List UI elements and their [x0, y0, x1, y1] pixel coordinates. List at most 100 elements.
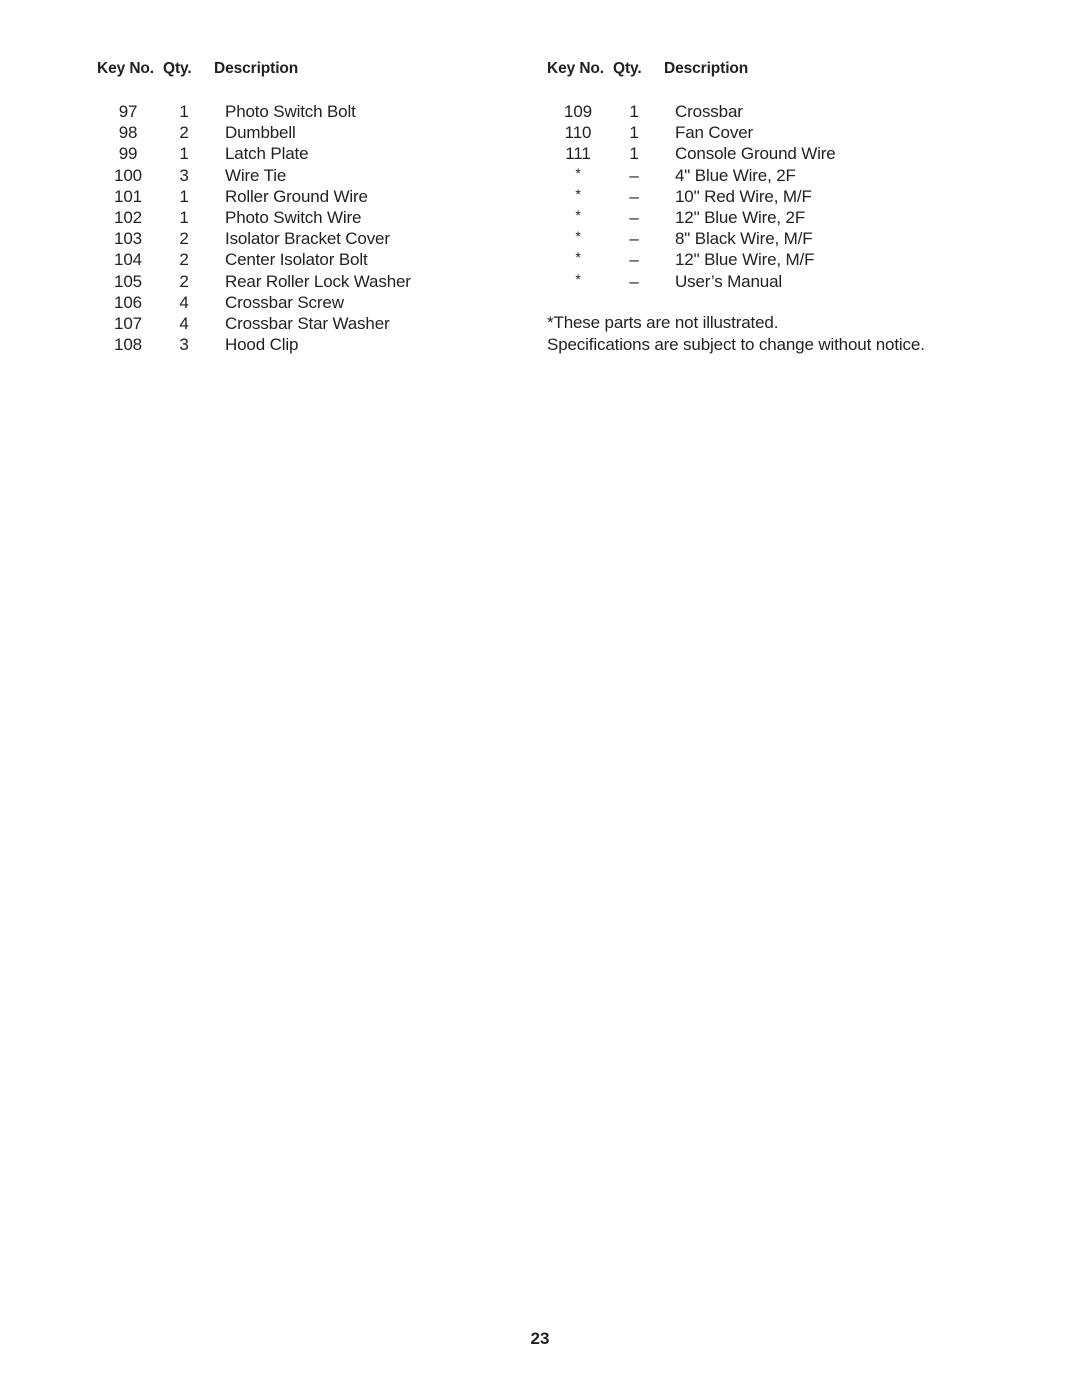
cell-qty: 1 — [629, 144, 639, 164]
table-row: 108 3 Hood Clip — [97, 335, 411, 356]
cell-qty: – — [629, 229, 639, 249]
cell-description: Isolator Bracket Cover — [225, 229, 390, 249]
cell-qty: 1 — [629, 123, 639, 143]
cell-description: Crossbar — [675, 102, 743, 121]
cell-description: User’s Manual — [675, 271, 783, 291]
table-row: 99 1 Latch Plate — [97, 144, 411, 165]
cell-key-no: 97 — [118, 102, 138, 121]
cell-qty: – — [629, 186, 639, 206]
cell-key-no: 107 — [114, 313, 142, 333]
cell-description: Wire Tie — [225, 165, 287, 185]
cell-qty: 3 — [179, 165, 189, 185]
table-row: 109 1 Crossbar — [547, 102, 836, 123]
table-row: * – 4" Blue Wire, 2F — [547, 164, 836, 187]
footnotes: *These parts are not illustrated. Specif… — [547, 313, 925, 356]
cell-description: Rear Roller Lock Washer — [225, 271, 411, 291]
cell-key-no: 101 — [114, 186, 142, 206]
cell-key-no: 110 — [564, 123, 592, 143]
table-header-right: Key No. Qty. Description — [547, 60, 836, 80]
cell-key-no: 103 — [114, 229, 142, 249]
table-row: 97 1 Photo Switch Bolt — [97, 102, 411, 123]
page-number: 23 — [530, 1329, 550, 1348]
table-row: 110 1 Fan Cover — [547, 123, 836, 144]
table-row: 100 3 Wire Tie — [97, 166, 411, 187]
table-row: * – User’s Manual — [547, 270, 836, 293]
table-row: 98 2 Dumbbell — [97, 123, 411, 144]
table-row: * – 10" Red Wire, M/F — [547, 185, 836, 208]
cell-key-no: * — [575, 249, 581, 266]
cell-description: Hood Clip — [225, 335, 299, 355]
cell-key-no: 100 — [114, 165, 142, 185]
cell-description: 8" Black Wire, M/F — [675, 229, 813, 249]
cell-qty: 1 — [179, 207, 189, 227]
table-row: * – 8" Black Wire, M/F — [547, 228, 836, 250]
cell-description: Latch Plate — [225, 144, 309, 164]
table-row: 105 2 Rear Roller Lock Washer — [97, 272, 411, 293]
cell-description: Photo Switch Bolt — [225, 102, 356, 121]
cell-description: Crossbar Star Washer — [225, 313, 390, 333]
column-header-key-no: Key No. — [547, 60, 605, 77]
cell-qty: 1 — [179, 186, 189, 206]
table-row: 107 4 Crossbar Star Washer — [97, 314, 411, 335]
table-body-right: 109 1 Crossbar 110 1 Fan Cover 111 1 Con… — [547, 102, 836, 293]
cell-key-no: 109 — [564, 102, 592, 121]
footnote-not-illustrated: *These parts are not illustrated. — [547, 313, 779, 332]
cell-key-no: 106 — [114, 292, 142, 312]
cell-description: Center Isolator Bolt — [225, 250, 368, 270]
cell-key-no: 99 — [118, 144, 138, 164]
table-row: 103 2 Isolator Bracket Cover — [97, 229, 411, 250]
cell-description: 12" Blue Wire, 2F — [675, 207, 806, 227]
cell-description: Dumbbell — [225, 123, 296, 143]
cell-key-no: * — [575, 206, 581, 223]
cell-key-no: 102 — [114, 207, 142, 227]
column-header-description: Description — [214, 60, 299, 77]
column-header-key-no: Key No. — [97, 60, 155, 77]
cell-qty: 1 — [179, 144, 189, 164]
cell-qty: 1 — [179, 102, 189, 121]
footnote-specifications: Specifications are subject to change wit… — [547, 334, 925, 354]
cell-qty: 4 — [179, 292, 189, 312]
cell-key-no: * — [575, 185, 581, 202]
cell-qty: 2 — [179, 250, 189, 270]
cell-description: 4" Blue Wire, 2F — [675, 165, 796, 185]
cell-qty: – — [629, 165, 639, 185]
column-header-qty: Qty. — [163, 60, 192, 77]
cell-key-no: 104 — [114, 250, 142, 270]
cell-key-no: 108 — [114, 335, 142, 355]
table-row: 111 1 Console Ground Wire — [547, 144, 836, 165]
parts-list-page: Key No. Qty. Description 97 1 Photo Swit… — [0, 0, 1080, 1397]
cell-key-no: * — [575, 228, 581, 245]
cell-qty: – — [629, 250, 639, 270]
column-header-qty: Qty. — [613, 60, 642, 77]
table-row: 101 1 Roller Ground Wire — [97, 187, 411, 208]
cell-qty: 2 — [179, 271, 189, 291]
table-body-left: 97 1 Photo Switch Bolt 98 2 Dumbbell 99 … — [97, 102, 411, 356]
parts-table-right: Key No. Qty. Description 109 1 Crossbar … — [547, 60, 836, 293]
table-row: 104 2 Center Isolator Bolt — [97, 250, 411, 271]
cell-qty: – — [629, 271, 639, 291]
cell-qty: 3 — [179, 335, 189, 355]
cell-qty: 1 — [629, 102, 639, 121]
cell-qty: 2 — [179, 229, 189, 249]
cell-description: 10" Red Wire, M/F — [675, 186, 812, 206]
cell-qty: 4 — [179, 313, 189, 333]
cell-qty: – — [629, 207, 639, 227]
column-header-description: Description — [664, 60, 749, 77]
table-row: * – 12" Blue Wire, 2F — [547, 206, 836, 229]
cell-key-no: * — [575, 164, 581, 181]
cell-key-no: * — [575, 270, 581, 287]
cell-description: 12" Blue Wire, M/F — [675, 250, 815, 270]
table-row: * – 12" Blue Wire, M/F — [547, 249, 836, 271]
cell-description: Console Ground Wire — [675, 144, 836, 164]
table-row: 102 1 Photo Switch Wire — [97, 208, 411, 229]
parts-table-left: Key No. Qty. Description 97 1 Photo Swit… — [97, 60, 411, 356]
cell-qty: 2 — [179, 123, 189, 143]
cell-description: Crossbar Screw — [225, 292, 344, 312]
cell-key-no: 111 — [565, 144, 591, 164]
table-header-left: Key No. Qty. Description — [97, 60, 411, 80]
cell-description: Roller Ground Wire — [225, 186, 368, 206]
cell-key-no: 105 — [114, 271, 142, 291]
cell-description: Fan Cover — [675, 123, 754, 143]
cell-description: Photo Switch Wire — [225, 207, 362, 227]
table-row: 106 4 Crossbar Screw — [97, 293, 411, 314]
